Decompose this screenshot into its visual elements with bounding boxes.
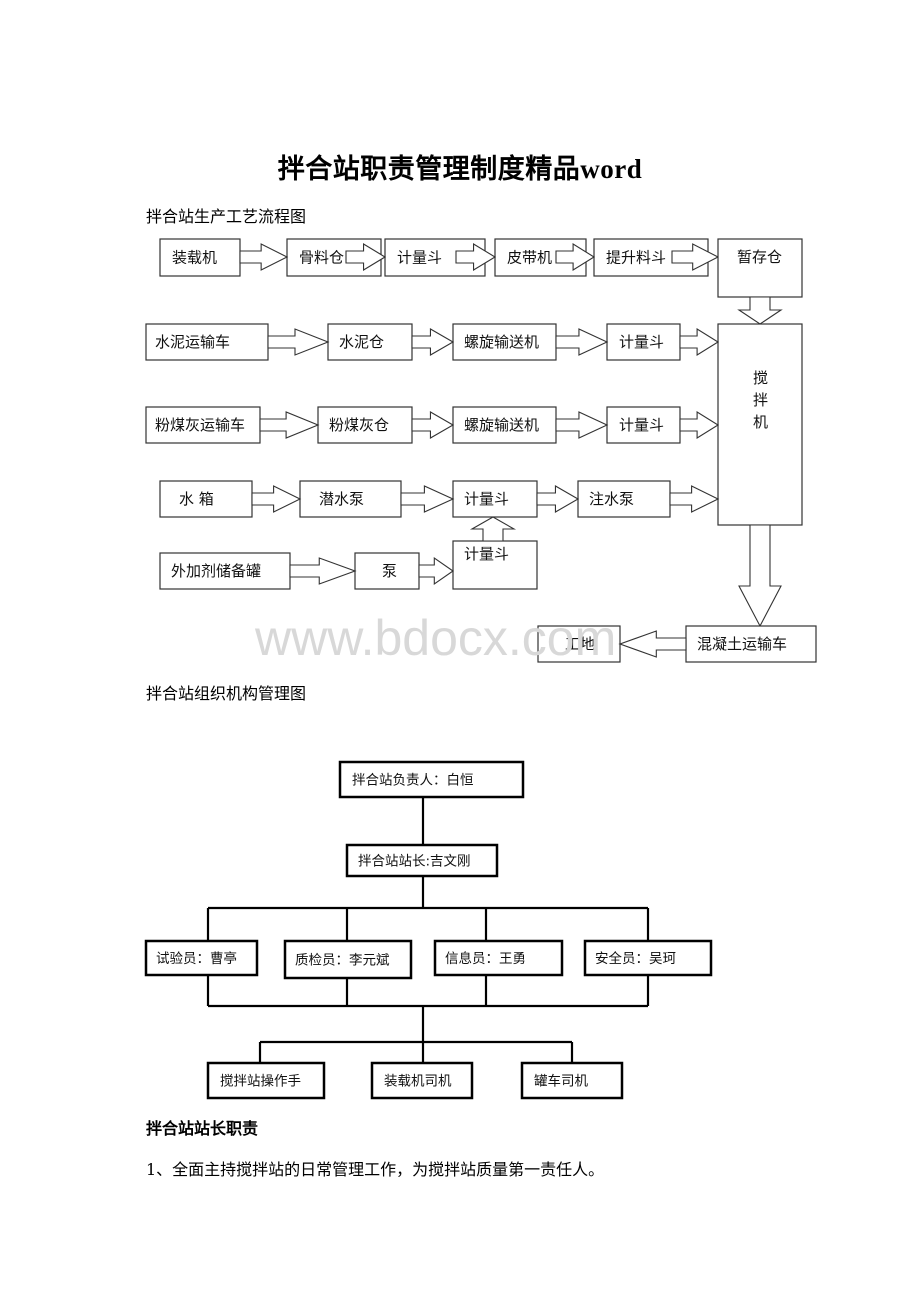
org-worker-label: 罐车司机: [534, 1073, 588, 1090]
org-staff-label: 信息员：王勇: [445, 950, 526, 967]
org-head-label: 拌合站负责人：白恒: [352, 773, 474, 789]
flow-node-label: 混凝土运输车: [697, 635, 787, 653]
org-manager-label: 拌合站站长:吉文刚: [358, 854, 471, 870]
flow-arrow: [239, 243, 289, 271]
org-staff-label: 安全员：吴珂: [595, 950, 676, 967]
flow-node-label: 水泥仓: [339, 333, 384, 351]
flow-arrow: [555, 411, 609, 439]
flow-arrow: [555, 328, 609, 356]
flow-arrow: [267, 328, 330, 356]
flow-arrow: [418, 556, 454, 586]
mixer-label: 搅: [753, 369, 768, 387]
org-worker-label: 搅拌站操作手: [220, 1074, 301, 1090]
flow-node-label: 提升料斗: [606, 249, 666, 267]
flow-node-label: 潜水泵: [319, 490, 364, 508]
flow-arrow: [251, 485, 302, 513]
flow-node-label: 暂存仓: [737, 248, 782, 266]
flow-node-label: 泵: [382, 562, 397, 580]
org-staff-label: 试验员：曹亭: [156, 950, 237, 967]
flow-node-label: 计量斗: [619, 333, 664, 351]
flow-arrow: [679, 328, 720, 356]
flow-node-label: 外加剂储备罐: [171, 562, 261, 580]
flow-node-label: 皮带机: [507, 249, 552, 267]
mixer-label: 机: [753, 413, 768, 431]
flow-node-label: 粉煤灰运输车: [155, 416, 245, 434]
production-flowchart: 装载机 骨料仓 计量斗 皮带机 提升料斗 暂存仓搅拌机水泥运输车 水泥仓 螺旋输送机 计量斗粉煤…: [145, 238, 817, 663]
flow-arrow: [469, 516, 517, 542]
flow-arrow: [737, 296, 783, 325]
flow-node-label: 粉煤灰仓: [329, 416, 389, 434]
flow-arrow: [259, 411, 320, 439]
organization-chart: 拌合站负责人：白恒拌合站站长:吉文刚试验员：曹亭 质检员：李元斌 信息员：王勇 安全员…: [144, 760, 713, 1100]
flow-node-label: 计量斗: [464, 545, 509, 563]
flow-arrow: [411, 411, 455, 439]
flow-node-label: 骨料仓: [299, 249, 344, 267]
flow-node-label: 水 箱: [179, 490, 214, 508]
flow-node-label: 计量斗: [619, 416, 664, 434]
flow-arrow: [289, 557, 357, 585]
diagram-canvas: 装载机 骨料仓 计量斗 皮带机 提升料斗 暂存仓搅拌机水泥运输车 水泥仓 螺旋输送机 计量斗粉煤…: [144, 238, 817, 1100]
flow-node-label: 螺旋输送机: [464, 416, 539, 434]
org-worker-label: 装载机司机: [384, 1074, 452, 1090]
flow-node-label: 螺旋输送机: [464, 333, 539, 351]
watermark: www.bdocx.com: [254, 610, 616, 666]
flow-arrow: [400, 485, 455, 513]
mixer-label: 拌: [753, 391, 768, 409]
flow-node-label: 装载机: [172, 249, 217, 267]
org-staff-label: 质检员：李元斌: [295, 953, 390, 969]
flow-arrow: [618, 630, 687, 658]
flow-node-label: 水泥运输车: [155, 333, 230, 351]
flow-arrow: [669, 485, 720, 513]
flow-node-label: 注水泵: [589, 490, 634, 508]
flow-node-label: 计量斗: [397, 249, 442, 267]
flow-arrow: [679, 411, 720, 439]
flow-arrow: [536, 485, 580, 513]
flow-arrow: [411, 328, 455, 356]
flow-node-label: 计量斗: [464, 490, 509, 508]
flow-arrow: [738, 524, 782, 628]
